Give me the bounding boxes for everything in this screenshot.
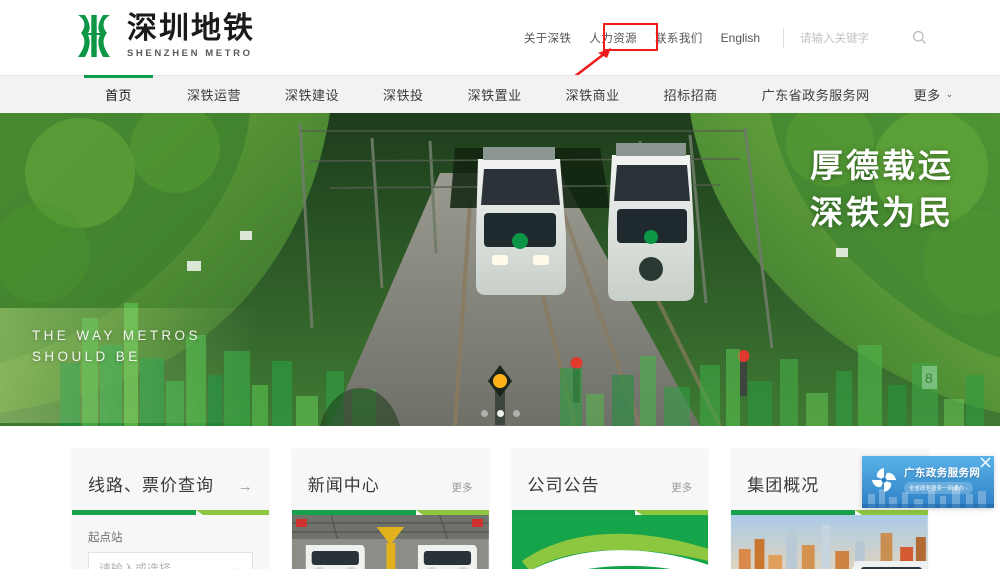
- card-accent-bar: [291, 510, 489, 515]
- hero-tagline-line2: SHOULD BE: [32, 348, 141, 364]
- gd-gov-service-ad-subtitle: 全省政务服务一网通办 ›: [904, 482, 973, 494]
- nav-item-tenders[interactable]: 招标招商: [642, 76, 740, 113]
- origin-station-label: 起点站: [88, 530, 123, 544]
- nav-item-home-label: 首页: [105, 89, 133, 104]
- feature-cards: 线路、票价查询 → 起点站 请输入或选择 ⌄ 新闻中心 更多 公司公告 更多 集…: [0, 426, 1000, 569]
- nav-item-properties[interactable]: 深铁置业: [446, 76, 544, 113]
- card-accent-bar: [731, 510, 928, 515]
- topnav-link-contact[interactable]: 联系我们: [646, 25, 712, 51]
- nav-item-gd-gov-service[interactable]: 广东省政务服务网: [740, 76, 892, 113]
- header-search: [783, 27, 1000, 48]
- hero-carousel[interactable]: 8: [0, 113, 1000, 426]
- hero-tagline: THE WAY METROS SHOULD BE: [32, 326, 201, 368]
- train-right: [417, 545, 477, 569]
- nav-item-tenders-label: 招标招商: [663, 89, 718, 104]
- site-logo[interactable]: 深圳地铁 SHENZHEN METRO: [72, 13, 255, 59]
- carousel-dot[interactable]: [480, 410, 488, 417]
- card-company-announcements-more[interactable]: 更多: [671, 480, 692, 495]
- chevron-down-icon: ⌄: [945, 89, 954, 100]
- guangdong-gov-pinwheel-icon: [872, 468, 896, 492]
- carousel-dot[interactable]: [512, 410, 520, 417]
- card-news-center-head: 新闻中心 更多: [292, 449, 489, 510]
- nav-item-more-label: 更多: [913, 89, 941, 104]
- search-input[interactable]: [798, 29, 898, 46]
- card-company-announcements-image: [511, 515, 709, 569]
- topnav-link-hr[interactable]: 人力资源: [580, 25, 646, 51]
- shenzhen-metro-logo-icon: [78, 15, 110, 57]
- top-nav-links: 关于深铁 人力资源 联系我们 English: [515, 25, 769, 51]
- card-route-fare-query-title: 线路、票价查询: [88, 476, 214, 496]
- card-company-announcements-head: 公司公告 更多: [512, 449, 709, 510]
- nav-item-operations-label: 深铁运营: [187, 89, 242, 104]
- logo-text-cn: 深圳地铁: [127, 11, 255, 47]
- logo-text-en: SHENZHEN METRO: [127, 47, 253, 59]
- nav-item-home[interactable]: 首页: [72, 75, 165, 113]
- nav-item-gd-gov-service-label: 广东省政务服务网: [761, 89, 870, 104]
- card-accent-bar-knob: [855, 510, 863, 515]
- nav-item-construction[interactable]: 深铁建设: [263, 76, 361, 113]
- arrow-right-icon[interactable]: →: [238, 478, 253, 495]
- page-root: 深圳地铁 SHENZHEN METRO 关于深铁 人力资源 联系我们 Engli…: [0, 0, 1000, 569]
- nav-item-commerce-label: 深铁商业: [565, 89, 620, 104]
- metro-train-left: [476, 147, 566, 295]
- card-company-announcements-title: 公司公告: [527, 476, 600, 496]
- nav-item-investment[interactable]: 深铁投: [361, 76, 446, 113]
- card-accent-bar-knob: [195, 510, 203, 515]
- card-company-announcements[interactable]: 公司公告 更多: [511, 449, 709, 569]
- train-left: [305, 545, 365, 569]
- gd-gov-service-ad-title: 广东政务服务网: [904, 467, 981, 479]
- topnav-link-english[interactable]: English: [712, 26, 769, 50]
- carousel-dots: [0, 410, 1000, 417]
- nav-item-construction-label: 深铁建设: [285, 89, 340, 104]
- hero-slogan-line2: 深铁为民: [810, 192, 954, 232]
- card-news-center-more[interactable]: 更多: [452, 480, 473, 495]
- card-accent-bar-fill: [731, 510, 856, 515]
- hero-tagline-line1: THE WAY METROS: [32, 328, 201, 343]
- card-group-profile-title: 集团概况: [747, 476, 820, 496]
- hero-slogan: 厚德载运 深铁为民: [810, 143, 954, 237]
- card-accent-bar-knob: [415, 510, 423, 515]
- carousel-dot-active[interactable]: [496, 410, 504, 417]
- card-news-center-image: [291, 515, 489, 569]
- card-accent-bar-knob: [635, 510, 643, 515]
- card-news-center[interactable]: 新闻中心 更多: [291, 449, 489, 569]
- origin-station-select[interactable]: 请输入或选择 ⌄: [88, 552, 253, 569]
- card-accent-bar: [511, 510, 709, 515]
- chevron-down-icon: ⌄: [233, 562, 242, 569]
- search-icon[interactable]: [910, 29, 928, 47]
- card-accent-bar: [72, 510, 269, 515]
- card-news-center-title: 新闻中心: [307, 476, 380, 496]
- card-group-profile-image: [731, 515, 928, 569]
- metro-train-right: [608, 143, 694, 301]
- card-accent-bar-fill: [291, 510, 416, 515]
- main-navigation: 首页 深铁运营 深铁建设 深铁投 深铁置业 深铁商业 招标招商 广东省政务服务网…: [0, 75, 1000, 113]
- card-accent-bar-fill: [72, 510, 196, 515]
- nav-item-more[interactable]: 更多 ⌄: [892, 76, 976, 113]
- card-route-fare-query-head: 线路、票价查询 →: [72, 449, 269, 510]
- close-icon[interactable]: [979, 456, 992, 469]
- topnav-link-about[interactable]: 关于深铁: [515, 25, 581, 51]
- nav-item-investment-label: 深铁投: [383, 89, 424, 104]
- card-route-fare-query[interactable]: 线路、票价查询 → 起点站 请输入或选择 ⌄: [72, 449, 269, 569]
- nav-item-commerce[interactable]: 深铁商业: [544, 76, 642, 113]
- origin-station-placeholder: 请输入或选择: [99, 561, 172, 569]
- route-query-form: 起点站 请输入或选择 ⌄: [72, 515, 269, 569]
- hero-slogan-line1: 厚德载运: [810, 146, 954, 185]
- gd-gov-service-ad[interactable]: 广东政务服务网 全省政务服务一网通办 ›: [862, 456, 994, 508]
- card-accent-bar-fill: [511, 510, 636, 515]
- site-header: 深圳地铁 SHENZHEN METRO 关于深铁 人力资源 联系我们 Engli…: [0, 0, 1000, 79]
- nav-item-properties-label: 深铁置业: [467, 89, 522, 104]
- top-navigation: 关于深铁 人力资源 联系我们 English: [515, 0, 1000, 75]
- nav-item-operations[interactable]: 深铁运营: [165, 76, 263, 113]
